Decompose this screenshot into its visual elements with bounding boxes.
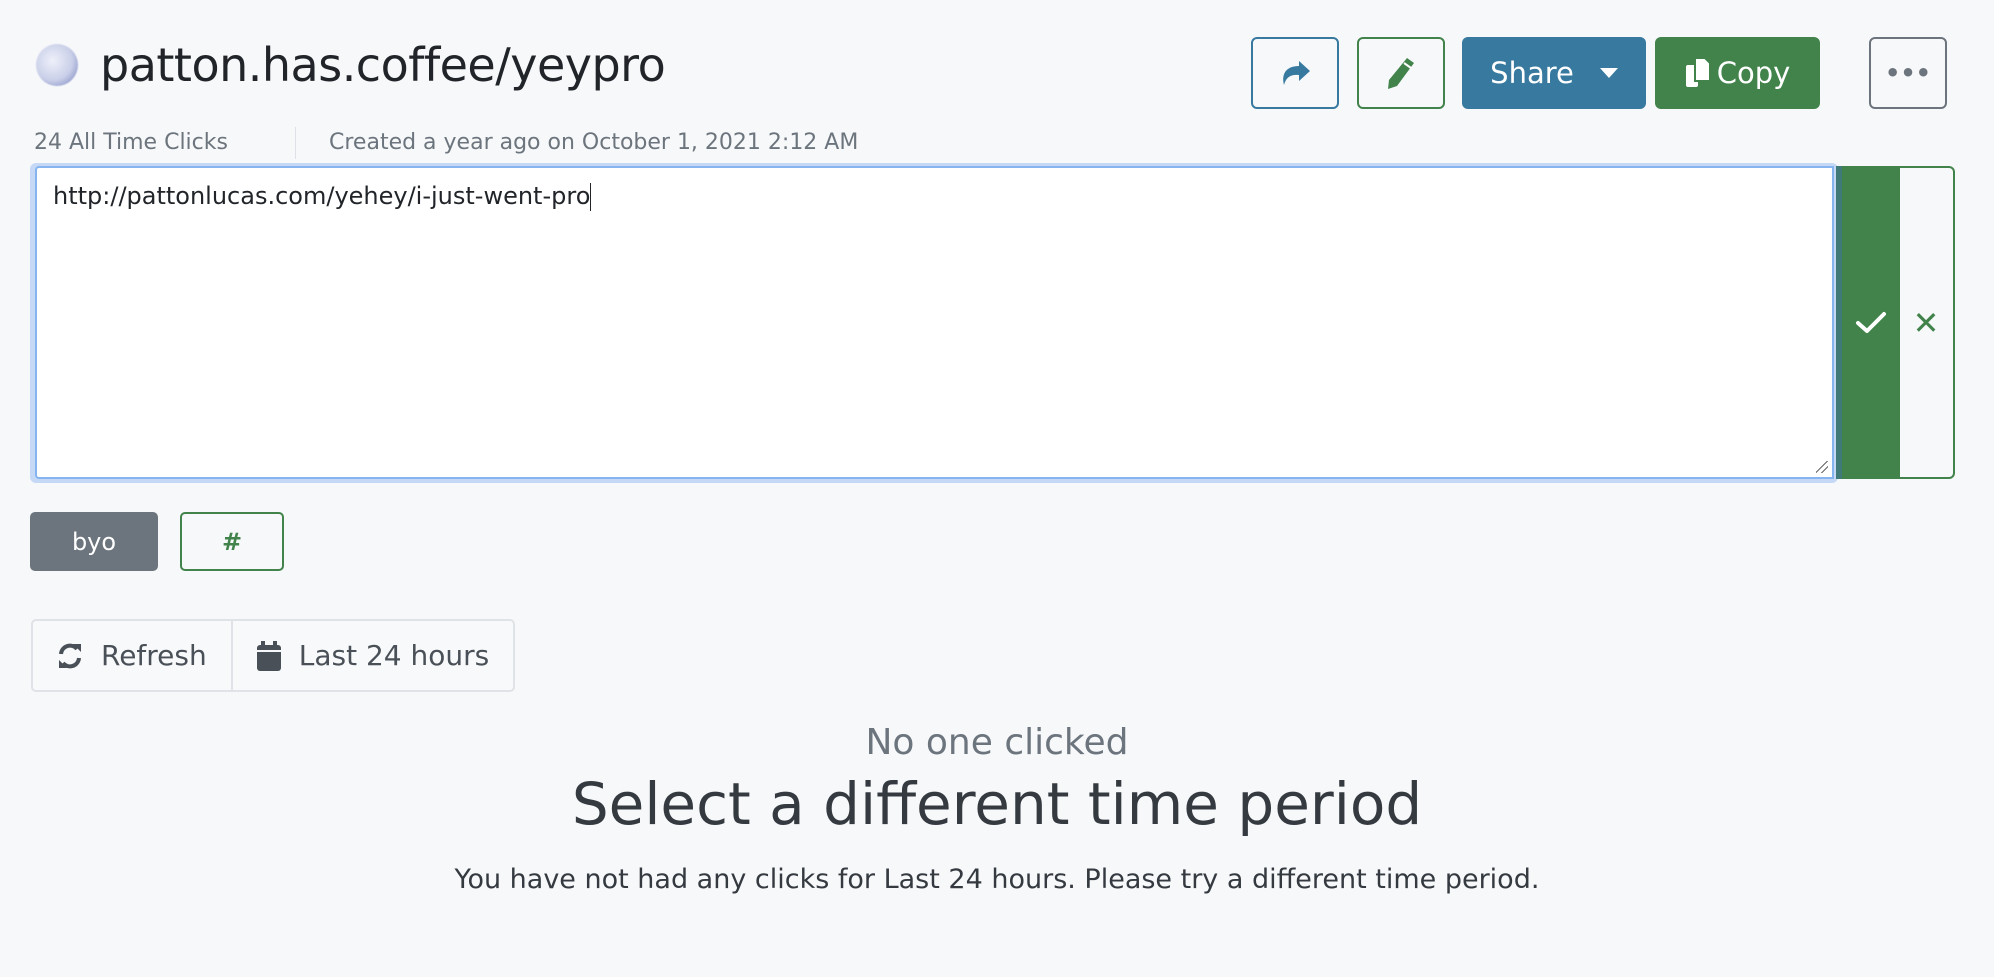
refresh-icon: [59, 643, 81, 668]
refresh-button[interactable]: Refresh: [33, 621, 231, 690]
caret-down-icon: [1599, 68, 1618, 78]
analytics-controls: Refresh Last 24 hours: [31, 619, 516, 692]
save-button[interactable]: [1836, 166, 1900, 479]
edit-button[interactable]: [1357, 37, 1445, 109]
add-tag-button[interactable]: #: [180, 512, 284, 571]
refresh-label: Refresh: [101, 639, 207, 672]
globe-icon: [36, 44, 78, 86]
check-icon: [1856, 311, 1886, 333]
page-title: patton.has.coffee/yeypro: [100, 38, 666, 92]
copy-button[interactable]: Copy: [1655, 37, 1820, 109]
share-dropdown-button[interactable]: Share: [1462, 37, 1646, 109]
destination-url-textarea[interactable]: http://pattonlucas.com/yehey/i-just-went…: [35, 166, 1834, 479]
resize-handle[interactable]: [1816, 461, 1828, 473]
redirect-button[interactable]: [1251, 37, 1339, 109]
time-period-label: Last 24 hours: [298, 639, 490, 672]
meta-divider: [295, 127, 296, 159]
empty-state-title: Select a different time period: [571, 770, 1423, 838]
text-cursor: [590, 183, 592, 211]
cancel-button[interactable]: ✕: [1899, 166, 1955, 479]
more-options-button[interactable]: •••: [1869, 37, 1947, 109]
tag-byo[interactable]: byo: [30, 512, 158, 571]
time-period-button[interactable]: Last 24 hours: [230, 621, 513, 690]
copy-icon: [1685, 57, 1711, 87]
created-date: Created a year ago on October 1, 2021 2:…: [329, 130, 859, 155]
copy-label: Copy: [1716, 56, 1791, 90]
share-label: Share: [1490, 56, 1574, 90]
close-icon: ✕: [1912, 303, 1940, 342]
empty-state-message: You have not had any clicks for Last 24 …: [454, 864, 1540, 895]
share-arrow-icon: [1283, 61, 1310, 85]
empty-state-subtitle: No one clicked: [865, 722, 1129, 763]
pencil-icon: [1388, 58, 1414, 89]
calendar-icon: [256, 640, 281, 671]
all-time-clicks: 24 All Time Clicks: [34, 130, 228, 155]
url-value: http://pattonlucas.com/yehey/i-just-went…: [53, 182, 591, 210]
